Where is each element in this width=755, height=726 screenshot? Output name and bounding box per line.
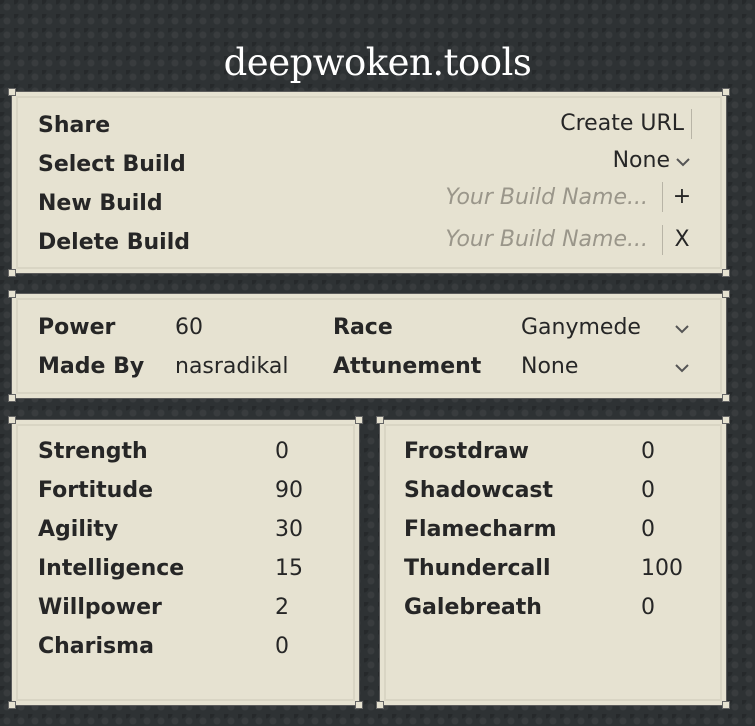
add-build-button[interactable]: + [670,182,694,212]
stat-label-intelligence: Intelligence [38,556,185,581]
panel-corner [722,701,730,709]
panel-corner [722,394,730,402]
attunement-value-galebreath[interactable]: 0 [641,593,655,623]
panel-corner [355,701,363,709]
attunement-label-flamecharm: Flamecharm [404,517,557,542]
race-dropdown[interactable]: Ganymede [521,313,641,343]
panel-corner [722,269,730,277]
stats-panel: Strength 0 Fortitude 90 Agility 30 Intel… [8,416,363,709]
panel-corner [8,269,16,277]
stat-value-fortitude[interactable]: 90 [275,476,303,506]
select-build-label: Select Build [38,152,186,177]
made-by-value[interactable]: nasradikal [175,352,288,382]
stat-value-strength[interactable]: 0 [275,437,289,467]
delete-build-label: Delete Build [38,230,191,255]
panel-corner [8,394,16,402]
attunement-stats-panel: Frostdraw 0 Shadowcast 0 Flamecharm 0 Th… [376,416,730,709]
made-by-label: Made By [38,354,145,379]
attunement-value-shadowcast[interactable]: 0 [641,476,655,506]
stat-value-charisma[interactable]: 0 [275,632,289,662]
attunement-label-shadowcast: Shadowcast [404,478,554,503]
build-info-panel: Power 60 Race Ganymede Made By nasradika… [8,290,730,402]
stat-label-agility: Agility [38,517,119,542]
panel-corner [376,701,384,709]
chevron-down-icon[interactable] [672,319,692,339]
attunement-label: Attunement [333,354,482,379]
attunement-label-thundercall: Thundercall [404,556,551,581]
stat-value-agility[interactable]: 30 [275,515,303,545]
stat-value-willpower[interactable]: 2 [275,593,289,623]
race-label: Race [333,315,393,340]
attunement-label-frostdraw: Frostdraw [404,439,529,464]
delete-build-divider [662,225,663,255]
attunement-value-flamecharm[interactable]: 0 [641,515,655,545]
attunement-dropdown[interactable]: None [521,352,578,382]
attunement-value-thundercall[interactable]: 100 [641,554,683,584]
site-title: deepwoken.tools [223,41,532,84]
share-label: Share [38,113,111,138]
panel-corner [8,701,16,709]
attunement-label-galebreath: Galebreath [404,595,542,620]
create-url-divider [691,109,692,139]
create-url-button[interactable]: Create URL [560,109,684,139]
new-build-name-input[interactable]: Your Build Name... [445,183,648,213]
build-panel: Share Create URL Select Build None New B… [8,88,730,277]
new-build-label: New Build [38,191,163,216]
stat-value-intelligence[interactable]: 15 [275,554,303,584]
stat-label-charisma: Charisma [38,634,154,659]
delete-build-button[interactable]: X [670,225,694,255]
chevron-down-icon[interactable] [673,152,693,172]
stat-label-strength: Strength [38,439,148,464]
attunement-value-frostdraw[interactable]: 0 [641,437,655,467]
power-label: Power [38,315,116,340]
chevron-down-icon[interactable] [672,358,692,378]
stat-label-fortitude: Fortitude [38,478,154,503]
delete-build-name-input[interactable]: Your Build Name... [445,225,648,255]
stat-label-willpower: Willpower [38,595,162,620]
power-value[interactable]: 60 [175,313,203,343]
select-build-dropdown[interactable]: None [613,146,670,176]
new-build-divider [662,182,663,212]
